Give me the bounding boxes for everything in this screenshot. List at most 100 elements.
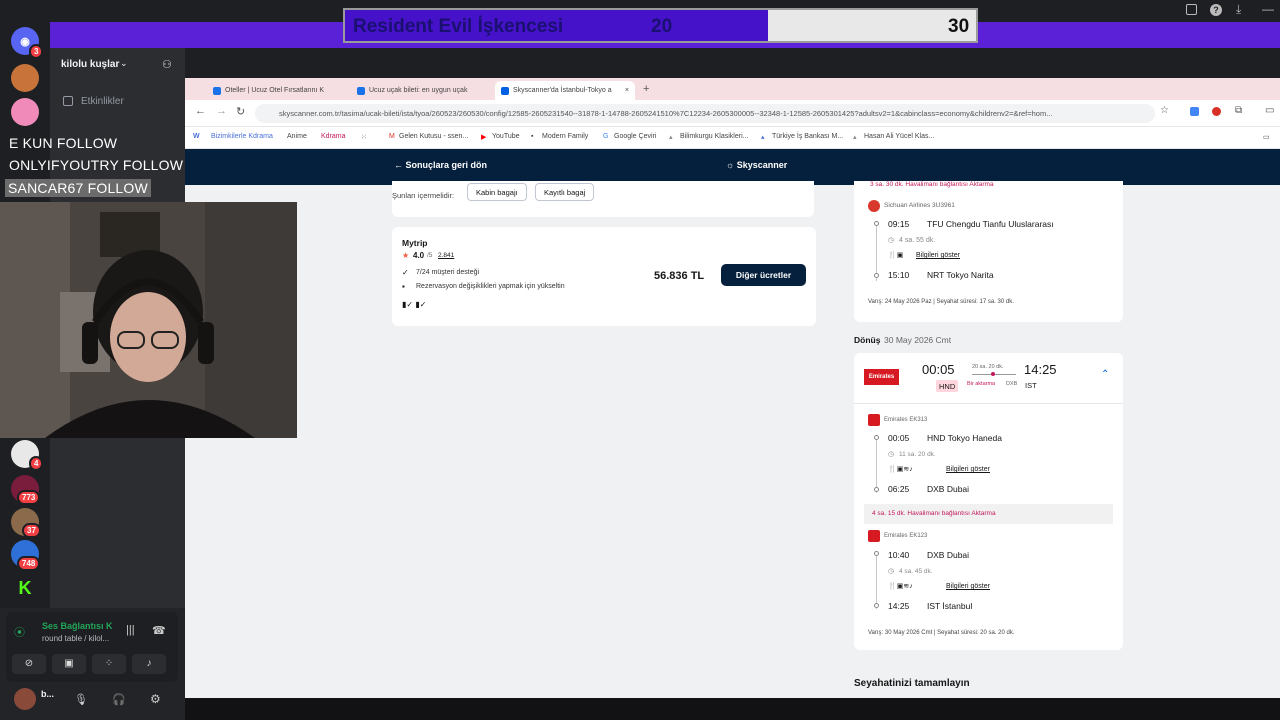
bookmark-icon: ▴ [853,134,857,141]
bookmark-item[interactable]: Kdrama [321,133,346,140]
server-name[interactable]: kilolu kuşlar [61,59,119,70]
bookmark-item[interactable]: Bilimkurgu Klasikleri... [680,133,748,140]
webcam-image [0,202,297,438]
chevron-up-icon[interactable]: ⌃ [1101,369,1109,380]
bookmark-item[interactable]: Anime [287,133,307,140]
soundboard-icon[interactable]: ♪ [132,654,166,674]
noise-suppression-icon[interactable]: ||| [126,624,135,636]
voice-channel[interactable]: round table / kilol... [42,634,109,643]
download-icon[interactable]: ⤓ [1236,2,1241,17]
bookmark-item[interactable]: Türkiye İş Bankası M... [772,133,843,140]
dep-airport: TFU Chengdu Tianfu Uluslararası [927,219,1054,229]
server-icon[interactable] [11,64,39,92]
route-line [876,437,877,493]
badge: 37 [22,523,41,538]
voice-status[interactable]: Ses Bağlantısı K [42,621,113,631]
kick-icon[interactable]: K [11,574,39,602]
arr-airport: NRT Tokyo Narita [927,270,994,280]
return-date: 30 May 2026 Cmt [884,335,952,345]
help-icon[interactable]: ? [1210,4,1222,16]
score-left: 20 [651,16,673,37]
all-bookmarks-folder-icon[interactable]: ▭ [1263,133,1270,141]
leg1-arr-airport: DXB Dubai [927,484,970,494]
inbox-icon[interactable] [1186,4,1197,15]
leg2-dep-time: 10:40 [888,550,910,560]
outbound-summary: Varış: 24 May 2026 Paz | Seyahat süresi:… [868,299,1014,305]
checked-bag-chip[interactable]: Kayıtlı bagaj [535,183,595,201]
reload-icon[interactable]: ↻ [236,105,245,118]
screen-share-icon[interactable]: ▣ [52,654,86,674]
webcam-feed [0,202,297,438]
youtube-icon: ▶ [481,134,487,141]
emirates-icon [868,530,880,542]
reviews-link[interactable]: 2.841 [438,252,454,259]
leg1-show-details-link[interactable]: Bilgileri göster [946,466,990,473]
tab-skyscanner[interactable]: Skyscanner'da İstanbul-Tokyo a × [495,81,635,100]
voice-connection-box: ⦿ Ses Bağlantısı K round table / kilol..… [6,612,178,682]
score-overlay: Resident Evil İşkencesi 20 30 [343,8,978,43]
leg1-arr-time: 06:25 [888,484,910,494]
extension-icon[interactable] [1190,107,1199,116]
bookmark-icon[interactable]: W [193,133,200,140]
clock-icon: ◷ [888,568,895,575]
headphones-icon[interactable]: 🎧 [112,693,126,706]
follow-alert: SANCAR67 FOLLOW [5,179,151,197]
bookmark-item[interactable]: YouTube [492,133,520,140]
airline-flight: Sichuan Airlines 3U3961 [884,202,955,209]
extension-icon[interactable] [1212,107,1221,116]
provider-card: Mytrip ★ 4.0 /5 2.841 ✓ 7/24 müşteri des… [392,227,816,326]
bookmark-item[interactable]: Gelen Kutusu - ssen... [399,133,468,140]
server-icon-kirby[interactable] [11,98,39,126]
arr-code: IST [1025,381,1037,390]
camera-off-icon[interactable]: ⊘ [12,654,46,674]
activities-icon[interactable]: ⁘ [92,654,126,674]
return-label: Dönüş [854,335,881,345]
close-tab-icon[interactable]: × [625,87,629,94]
bookmark-item[interactable]: Modern Family [542,133,588,140]
bookmark-item[interactable]: Hasan Ali Yücel Klas... [864,133,934,140]
tab-hotels[interactable]: Oteller | Ucuz Otel Fırsatlarını K [207,81,347,100]
translate-icon: G [603,133,609,140]
bookmark-star-icon[interactable]: ☆ [1160,105,1169,116]
apps-grid-icon[interactable]: ⁙ [361,133,367,141]
avatar[interactable] [14,688,36,710]
top-connection: 3 sa. 30 dk. Havalimanı bağlantısı Aktar… [870,181,994,188]
disconnect-icon[interactable]: ☎ [152,624,166,637]
bookmarks-bar: W Bizimkilerle Kdrama Anime Kdrama ⁙ M G… [185,127,1280,149]
page-content: Şunları içermelidir: Kabin bagajı Kayıtl… [185,181,1280,698]
return-arr-time: 14:25 [1024,362,1057,377]
user-name[interactable]: b... [41,689,54,699]
forward-icon[interactable]: → [216,105,227,117]
tab-flights[interactable]: Ucuz uçak bileti: en uygun uçak [351,81,491,100]
extensions-puzzle-icon[interactable]: ⧉ [1235,105,1242,116]
signal-icon[interactable]: ⦿ [14,624,25,640]
chevron-down-icon[interactable]: ⌄ [120,58,128,69]
tab-favicon-icon [501,86,509,95]
back-to-results-link[interactable]: ← Sonuçlara geri dön [394,160,487,170]
amenities-icon: 🍴▣≋♪ [888,466,913,473]
sidebar-icon[interactable]: ▭ [1265,105,1274,116]
address-bar[interactable]: skyscanner.com.tr/tasima/ucak-bileti/ist… [255,104,1155,123]
skyscanner-header: ← Sonuçlara geri dön ☼ Skyscanner [185,149,1280,185]
stop-dot [991,372,995,376]
bookmark-item[interactable]: Bizimkilerle Kdrama [211,133,273,140]
overlay-title: Resident Evil İşkencesi [353,16,564,37]
outbound-leg-card: 3 sa. 30 dk. Havalimanı bağlantısı Aktar… [854,181,1123,322]
bookmark-item[interactable]: Google Çeviri [614,133,656,140]
price: 56.836 TL [654,270,705,282]
back-icon[interactable]: ← [195,105,206,117]
other-fares-button[interactable]: Diğer ücretler [721,264,806,286]
events-item[interactable]: Etkinlikler [81,96,124,107]
microphone-icon[interactable]: 🎙 [74,693,88,706]
leg2-show-details-link[interactable]: Bilgileri göster [946,583,990,590]
voice-panel: ⦿ Ses Bağlantısı K round table / kilol..… [0,608,185,720]
minimize-icon[interactable]: — [1262,2,1274,16]
add-member-icon[interactable]: ⚇ [162,58,172,71]
new-tab-icon[interactable]: + [643,83,649,95]
skyscanner-logo[interactable]: ☼ Skyscanner [726,160,787,170]
show-details-link[interactable]: Bilgileri göster [916,252,960,259]
follow-alert: ONLYIFYOUTRY FOLLOW [9,157,184,173]
cabin-bag-chip[interactable]: Kabin bagajı [467,183,527,201]
includes-label: Şunları içermelidir: [392,191,455,200]
settings-gear-icon[interactable]: ⚙ [150,692,161,706]
